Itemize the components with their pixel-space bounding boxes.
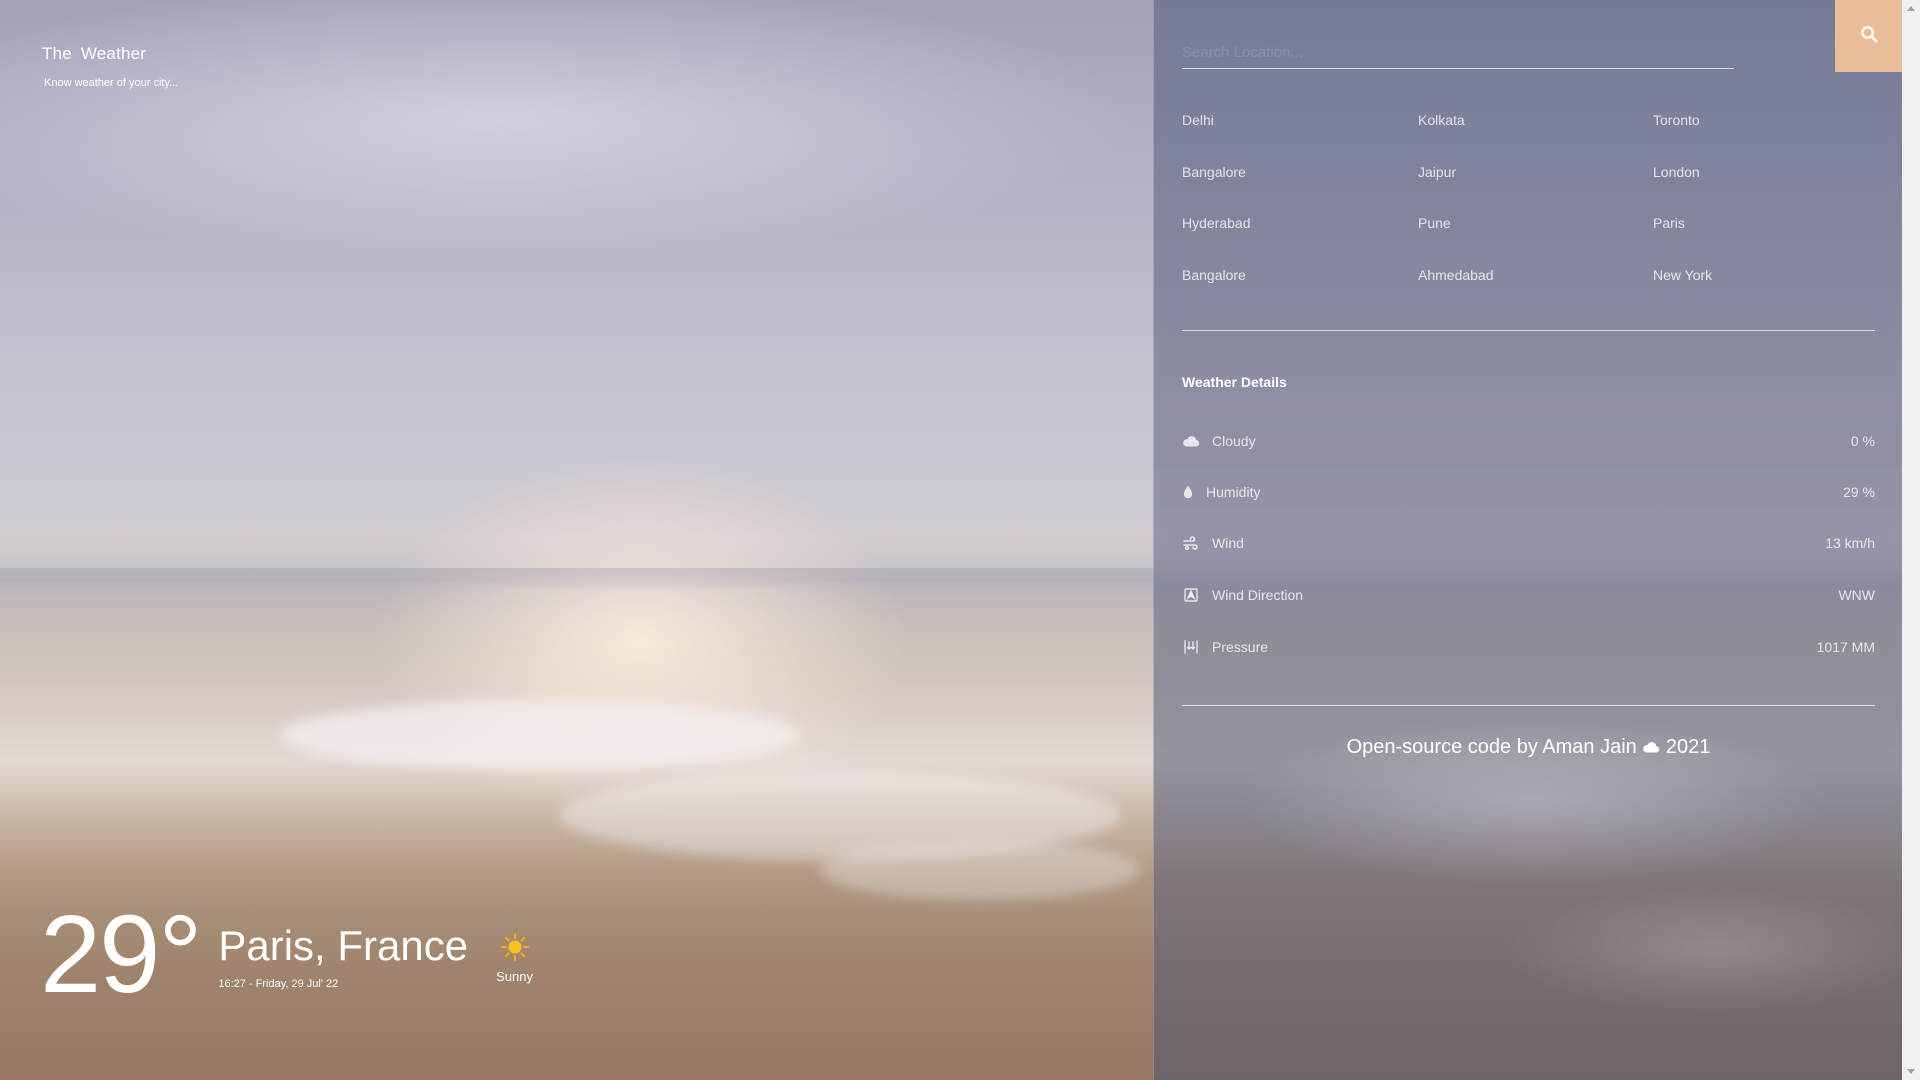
- city-item[interactable]: Hyderabad: [1182, 213, 1418, 265]
- temperature: 29°: [40, 893, 202, 1016]
- side-panel: Delhi Kolkata Toronto Bangalore Jaipur L…: [1153, 0, 1903, 1080]
- app-title: The Weather: [42, 44, 147, 63]
- search-icon: [1860, 25, 1878, 48]
- footer-credit: Open-source code by Aman Jain 2021: [1154, 736, 1903, 759]
- condition-label: Sunny: [496, 969, 533, 984]
- brand: The Weather Know weather of your city...: [42, 44, 178, 89]
- city-name: Paris, France: [218, 922, 469, 969]
- detail-label: Wind Direction: [1212, 587, 1304, 603]
- search-input[interactable]: [1182, 36, 1734, 69]
- divider: [1182, 330, 1875, 331]
- scroll-down-icon[interactable]: [1907, 1069, 1915, 1074]
- city-item[interactable]: Delhi: [1182, 110, 1418, 162]
- city-item[interactable]: Bangalore: [1182, 162, 1418, 214]
- detail-row-pressure: Pressure 1017 MM: [1182, 635, 1875, 659]
- details-title: Weather Details: [1182, 374, 1287, 390]
- detail-label: Wind: [1212, 535, 1244, 551]
- city-list: Delhi Kolkata Toronto Bangalore Jaipur L…: [1182, 110, 1882, 316]
- city-item[interactable]: London: [1653, 162, 1882, 214]
- city-item[interactable]: Jaipur: [1418, 162, 1653, 214]
- detail-value: 13 km/h: [1825, 535, 1875, 551]
- detail-row-humidity: Humidity 29 %: [1182, 480, 1875, 504]
- detail-row-wind: Wind 13 km/h: [1182, 531, 1875, 555]
- sun-icon: [500, 932, 530, 962]
- city-item[interactable]: Toronto: [1653, 110, 1882, 162]
- weather-app: The Weather Know weather of your city...…: [0, 0, 1920, 1080]
- detail-value: 29 %: [1843, 484, 1875, 500]
- cloud-icon: [1642, 736, 1660, 759]
- footer-text: Open-source code by Aman Jain: [1346, 736, 1637, 758]
- city-item[interactable]: Kolkata: [1418, 110, 1653, 162]
- detail-value: WNW: [1838, 587, 1875, 603]
- wind-icon: [1182, 534, 1200, 552]
- detail-label: Humidity: [1206, 484, 1261, 500]
- city-item[interactable]: Bangalore: [1182, 265, 1418, 317]
- scroll-up-icon[interactable]: [1907, 6, 1915, 11]
- location-block: Paris, France 16:27 - Friday, 29 Jul' 22: [218, 922, 468, 990]
- search-button[interactable]: [1835, 0, 1903, 72]
- app-tagline: Know weather of your city...: [44, 77, 179, 89]
- pressure-icon: [1182, 638, 1200, 656]
- date-time: 16:27 - Friday, 29 Jul' 22: [218, 978, 339, 990]
- footer-year: 2021: [1665, 736, 1711, 758]
- divider: [1182, 705, 1875, 706]
- detail-value: 1017 MM: [1816, 639, 1875, 655]
- detail-value: 0 %: [1850, 433, 1875, 449]
- detail-label: Pressure: [1212, 639, 1269, 655]
- current-weather: 29° Paris, France 16:27 - Friday, 29 Jul…: [40, 900, 533, 1010]
- compass-icon: [1182, 586, 1200, 604]
- scrollbar[interactable]: [1902, 0, 1920, 1080]
- detail-label: Cloudy: [1212, 433, 1256, 449]
- city-item[interactable]: Paris: [1653, 213, 1882, 265]
- city-item[interactable]: Ahmedabad: [1418, 265, 1653, 317]
- city-item[interactable]: Pune: [1418, 213, 1653, 265]
- droplet-icon: [1182, 483, 1194, 501]
- city-item[interactable]: New York: [1653, 265, 1882, 317]
- condition-block: Sunny: [496, 932, 533, 984]
- detail-row-wind-direction: Wind Direction WNW: [1182, 583, 1875, 607]
- cloud-icon: [1182, 432, 1200, 450]
- sea-horizon: [0, 568, 1154, 590]
- detail-row-cloudy: Cloudy 0 %: [1182, 429, 1875, 453]
